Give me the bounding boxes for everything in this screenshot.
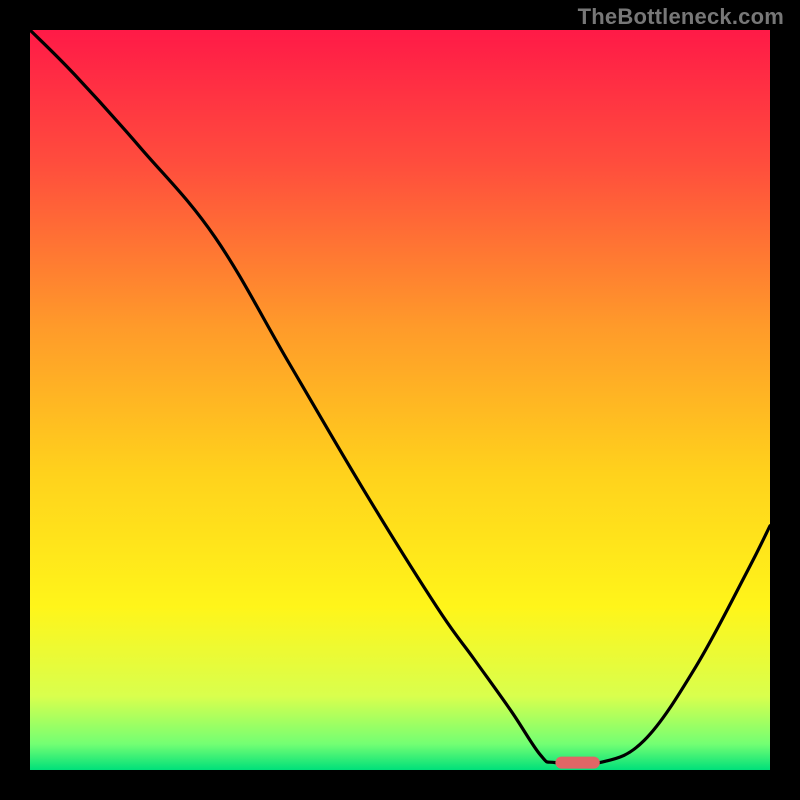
optimal-marker: [555, 757, 599, 769]
bottleneck-chart: [30, 30, 770, 770]
chart-frame: TheBottleneck.com: [0, 0, 800, 800]
heatmap-background: [30, 30, 770, 770]
watermark-text: TheBottleneck.com: [578, 4, 784, 30]
